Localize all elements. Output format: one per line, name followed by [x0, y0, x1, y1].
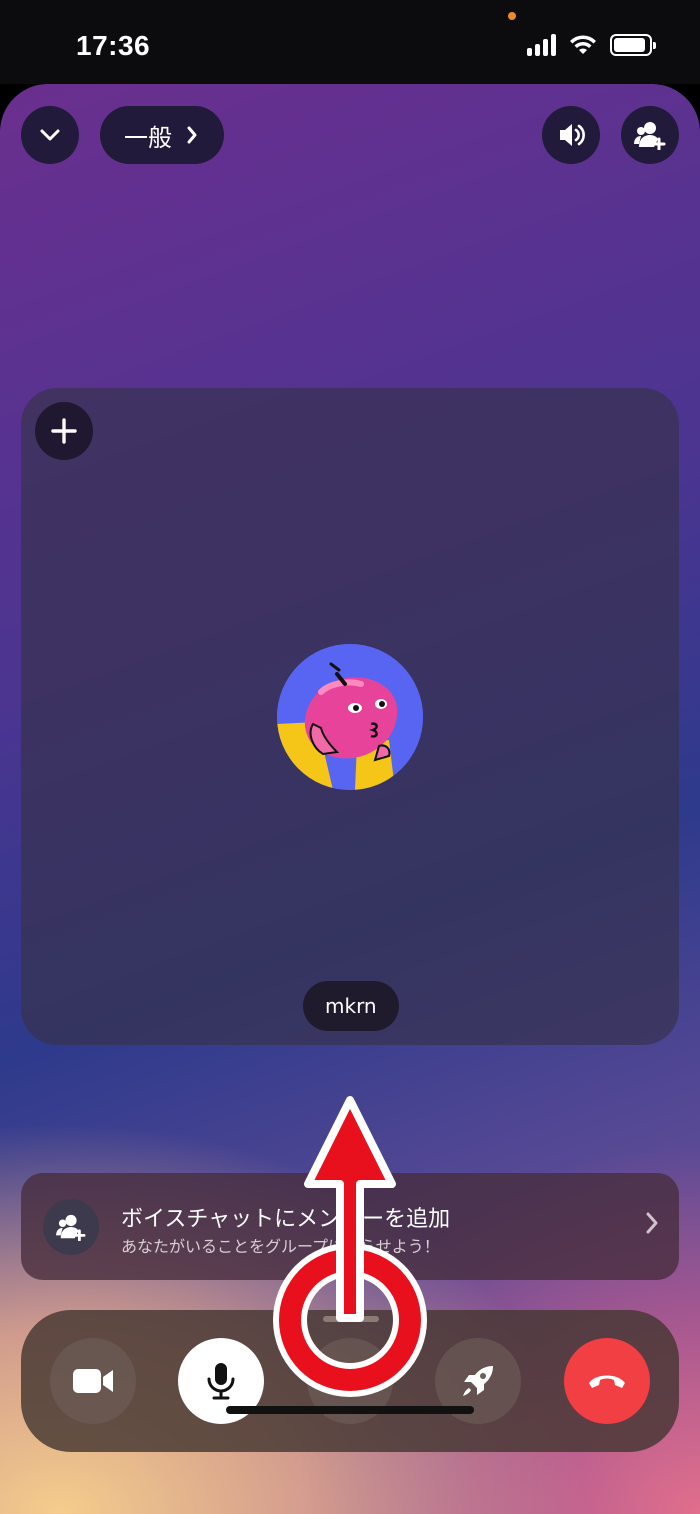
invite-title: ボイスチャットにメンバーを追加: [121, 1207, 451, 1232]
camera-button[interactable]: [50, 1338, 136, 1424]
microphone-icon: [207, 1363, 235, 1400]
channel-name-button[interactable]: 一般: [100, 106, 224, 164]
battery-icon: [610, 34, 656, 56]
channel-name: 一般: [124, 123, 172, 152]
drawer-handle[interactable]: [323, 1316, 379, 1322]
invite-members-card[interactable]: ボイスチャットにメンバーを追加 あなたがいることをグループに知らせよう！: [21, 1173, 679, 1280]
chevron-right-icon: [187, 126, 197, 144]
speaker-icon: [560, 124, 585, 146]
hang-up-button[interactable]: [564, 1338, 650, 1424]
chevron-right-icon: [646, 1212, 658, 1234]
avatar-image: [277, 644, 423, 790]
speaker-button[interactable]: [542, 106, 600, 164]
status-bar: 17:36: [0, 0, 700, 84]
home-indicator[interactable]: [226, 1406, 474, 1414]
invite-icon-circle: [43, 1199, 99, 1255]
participant-name-label: mkrn: [303, 981, 399, 1031]
collapse-button[interactable]: [21, 106, 79, 164]
participant-tile[interactable]: mkrn: [21, 388, 679, 1045]
camera-icon: [73, 1369, 113, 1393]
chevron-down-icon: [40, 129, 60, 141]
call-control-bar: [21, 1310, 679, 1452]
plus-icon: [51, 418, 77, 444]
tile-add-button[interactable]: [35, 402, 93, 460]
voice-call-screen: 一般 mkrn ボイスチャットにメンバーを追加 あなたがいることをグループに知ら…: [0, 84, 700, 1514]
hang-up-icon: [589, 1375, 625, 1388]
add-person-icon: [634, 122, 666, 150]
invite-subtitle: あなたがいることをグループに知らせよう！: [121, 1237, 440, 1256]
wifi-icon: [570, 35, 596, 54]
add-member-button[interactable]: [621, 106, 679, 164]
add-person-icon: [56, 1214, 86, 1241]
chat-bubble-icon: [334, 1367, 366, 1395]
rocket-icon: [463, 1366, 493, 1396]
cellular-signal-icon: [527, 34, 556, 56]
status-time: 17:36: [76, 30, 151, 61]
privacy-indicator: [508, 12, 516, 20]
avatar: [277, 644, 423, 790]
status-icons: [527, 34, 656, 56]
